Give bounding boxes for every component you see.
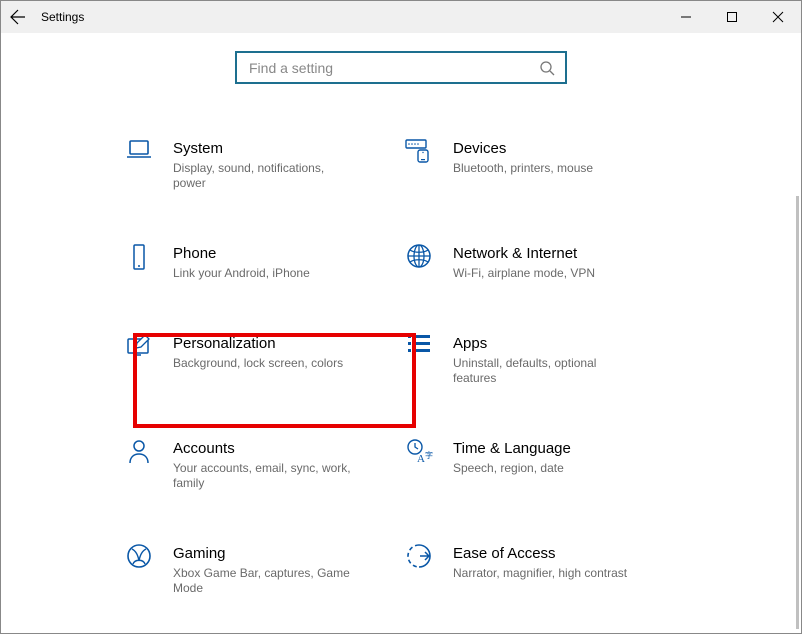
item-network[interactable]: Network & Internet Wi-Fi, airplane mode,… [401, 245, 681, 281]
settings-grid: System Display, sound, notifications, po… [121, 140, 681, 596]
scrollbar-thumb[interactable] [796, 196, 799, 629]
item-gaming[interactable]: Gaming Xbox Game Bar, captures, Game Mod… [121, 545, 401, 596]
item-title: Devices [453, 140, 593, 158]
personalization-icon [125, 333, 153, 357]
item-title: Phone [173, 245, 310, 263]
minimize-button[interactable] [663, 1, 709, 33]
item-desc: Background, lock screen, colors [173, 356, 343, 371]
devices-icon [404, 138, 434, 164]
item-title: Personalization [173, 335, 343, 353]
person-icon [127, 438, 151, 464]
item-time[interactable]: A字 Time & Language Speech, region, date [401, 440, 681, 491]
item-ease[interactable]: Ease of Access Narrator, magnifier, high… [401, 545, 681, 596]
search-icon [539, 60, 555, 76]
globe-icon [406, 243, 432, 269]
svg-text:A: A [417, 453, 425, 464]
item-desc: Uninstall, defaults, optional features [453, 356, 633, 386]
scrollbar[interactable] [791, 196, 801, 629]
titlebar: Settings [1, 1, 801, 33]
window-title: Settings [41, 10, 84, 24]
back-arrow-icon [10, 9, 26, 25]
item-desc: Display, sound, notifications, power [173, 161, 353, 191]
maximize-icon [726, 11, 738, 23]
item-title: Network & Internet [453, 245, 595, 263]
minimize-icon [680, 11, 692, 23]
item-title: Time & Language [453, 440, 571, 458]
item-title: Ease of Access [453, 545, 627, 563]
search-input[interactable] [247, 59, 539, 77]
item-desc: Your accounts, email, sync, work, family [173, 461, 353, 491]
close-icon [772, 11, 784, 23]
svg-text:字: 字 [425, 450, 433, 460]
item-apps[interactable]: Apps Uninstall, defaults, optional featu… [401, 335, 681, 386]
item-personalization[interactable]: Personalization Background, lock screen,… [121, 335, 401, 386]
item-system[interactable]: System Display, sound, notifications, po… [121, 140, 401, 191]
search-bar[interactable] [235, 51, 567, 84]
item-accounts[interactable]: Accounts Your accounts, email, sync, wor… [121, 440, 401, 491]
apps-list-icon [406, 333, 432, 355]
item-devices[interactable]: Devices Bluetooth, printers, mouse [401, 140, 681, 191]
xbox-icon [126, 543, 152, 569]
content-area: System Display, sound, notifications, po… [1, 33, 801, 596]
back-button[interactable] [1, 1, 35, 33]
item-desc: Wi-Fi, airplane mode, VPN [453, 266, 595, 281]
item-desc: Bluetooth, printers, mouse [453, 161, 593, 176]
item-desc: Speech, region, date [453, 461, 571, 476]
window-controls [663, 1, 801, 33]
item-title: Apps [453, 335, 633, 353]
close-button[interactable] [755, 1, 801, 33]
item-phone[interactable]: Phone Link your Android, iPhone [121, 245, 401, 281]
laptop-icon [125, 138, 153, 162]
item-desc: Link your Android, iPhone [173, 266, 310, 281]
time-language-icon: A字 [405, 438, 433, 464]
item-desc: Narrator, magnifier, high contrast [453, 566, 627, 581]
item-desc: Xbox Game Bar, captures, Game Mode [173, 566, 353, 596]
settings-window: Settings System Display, sound [0, 0, 802, 634]
maximize-button[interactable] [709, 1, 755, 33]
item-title: System [173, 140, 353, 158]
phone-icon [129, 243, 149, 271]
ease-of-access-icon [406, 543, 432, 569]
item-title: Accounts [173, 440, 353, 458]
item-title: Gaming [173, 545, 353, 563]
